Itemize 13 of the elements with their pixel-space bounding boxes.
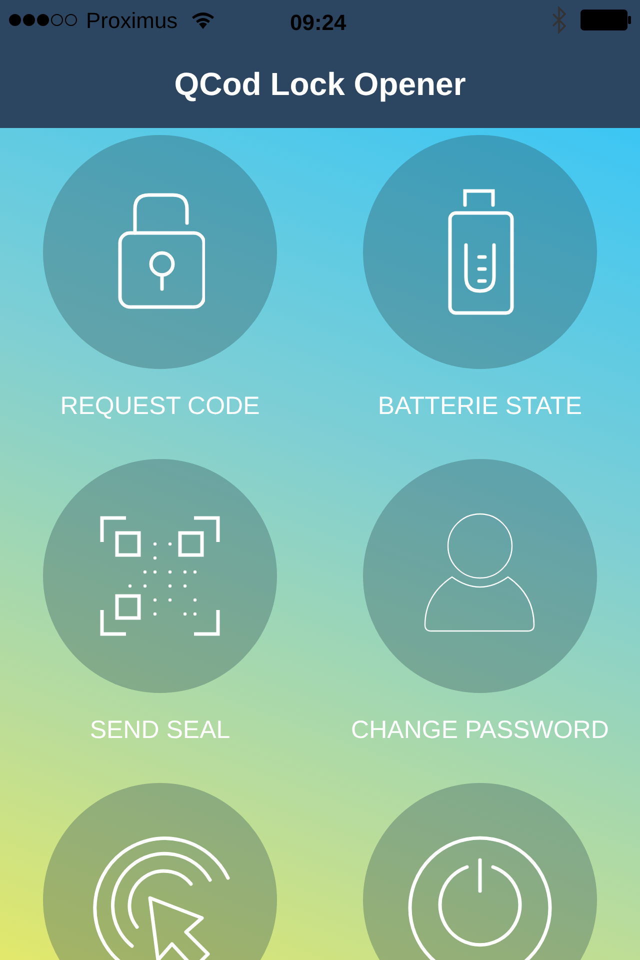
- app-title: QCod Lock Opener: [174, 65, 466, 104]
- wifi-icon: [190, 10, 216, 30]
- carrier-name: Proximus: [86, 6, 178, 34]
- menu-label[interactable]: REQUEST CODE: [60, 391, 260, 421]
- menu-label[interactable]: BATTERIE STATE: [378, 391, 582, 421]
- menu-label[interactable]: CHANGE PASSWORD: [351, 715, 609, 745]
- clock-time: 09:24: [290, 9, 346, 37]
- qr-code-icon: [100, 516, 220, 636]
- battery-level-icon: [580, 9, 632, 31]
- signal-icon: [8, 13, 80, 27]
- menu-label[interactable]: SEND SEAL: [90, 715, 230, 745]
- power-icon: [407, 835, 553, 960]
- bluetooth-icon: [552, 6, 566, 34]
